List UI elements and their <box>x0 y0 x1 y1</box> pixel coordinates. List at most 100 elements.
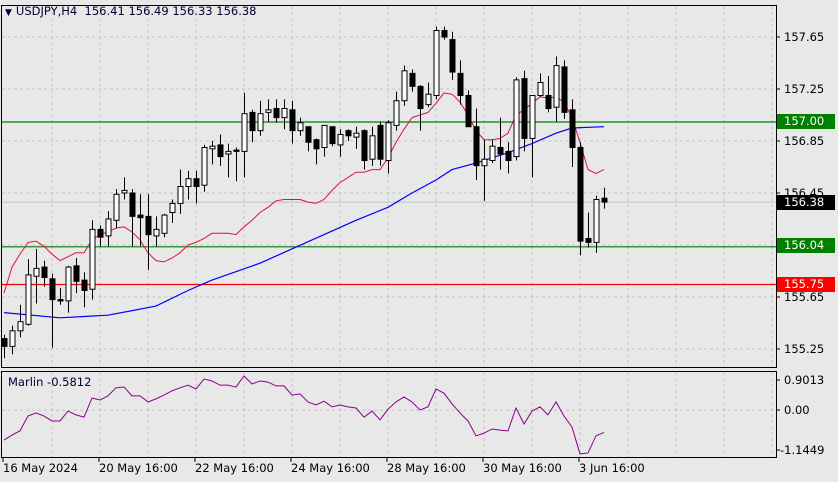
candle-body <box>353 132 360 138</box>
candle-body <box>393 100 400 126</box>
indicator-value: -0.5812 <box>47 375 92 389</box>
candle-body <box>57 299 64 302</box>
bear-candle <box>361 129 368 170</box>
bull-candle <box>529 95 536 178</box>
bear-candle <box>313 138 320 165</box>
candle-body <box>489 145 496 161</box>
candle-body <box>49 278 56 301</box>
candle-body <box>209 145 216 150</box>
bear-candle <box>217 134 224 166</box>
bull-candle <box>121 177 128 200</box>
candle-body <box>417 85 424 110</box>
bull-candle <box>25 259 32 326</box>
bear-candle <box>465 90 472 128</box>
candle-body <box>577 147 584 242</box>
candle-body <box>249 111 256 132</box>
bull-candle <box>65 265 72 313</box>
candle-body <box>377 124 384 160</box>
bear-candle <box>521 70 528 152</box>
bull-candle <box>433 26 440 100</box>
bear-candle <box>97 225 104 247</box>
candle-body <box>537 82 544 96</box>
low-value: 156.33 <box>172 4 213 18</box>
candle-body <box>513 79 520 158</box>
indicator-name: Marlin <box>8 375 44 389</box>
candle-body <box>473 126 480 167</box>
bull-candle <box>9 325 16 355</box>
candle-body <box>369 135 376 160</box>
bull-candle <box>593 195 600 253</box>
bull-candle <box>161 213 168 238</box>
level-tag-157: 157.00 <box>777 114 835 129</box>
bull-candle <box>297 117 304 136</box>
bull-candle <box>489 139 496 164</box>
candle-body <box>601 197 608 203</box>
candle-body <box>361 130 368 162</box>
bear-candle <box>57 287 64 305</box>
marlin-line <box>3 375 605 455</box>
bull-candle <box>201 144 208 192</box>
candle-body <box>409 72 416 87</box>
candle-body <box>281 108 288 119</box>
chart-frame <box>1 5 780 462</box>
candle-body <box>433 30 440 96</box>
candle-body <box>585 238 592 243</box>
bull-candle <box>209 141 216 165</box>
candle-body <box>41 266 48 279</box>
candle-body <box>289 109 296 132</box>
candle-body <box>145 215 152 236</box>
bear-candle <box>409 69 416 92</box>
candle-body <box>505 150 512 161</box>
candle-body <box>273 108 280 119</box>
bear-candle <box>41 260 48 287</box>
candle-body <box>233 149 240 152</box>
bear-candle <box>1 334 8 359</box>
candle-body <box>105 218 112 237</box>
open-value: 156.41 <box>84 4 125 18</box>
candle-body <box>257 113 264 132</box>
candle-body <box>25 274 32 325</box>
bear-candle <box>577 142 584 256</box>
candle-body <box>193 178 200 187</box>
bear-candle <box>233 147 240 182</box>
bull-candle <box>425 82 432 108</box>
price-axis-label: 155.25 <box>784 342 825 356</box>
indicator-axis-label: 0.9013 <box>784 373 825 387</box>
current-price-tag: 156.38 <box>777 195 835 210</box>
bull-candle <box>225 143 232 178</box>
chart-canvas[interactable] <box>0 0 838 482</box>
candle-body <box>1 338 8 347</box>
candle-body <box>529 95 536 139</box>
triangle-down-icon[interactable]: ▼ <box>5 8 12 18</box>
marlin-indicator <box>3 375 605 455</box>
candle-body <box>481 158 488 167</box>
candle-body <box>17 321 24 332</box>
candle-body <box>169 202 176 213</box>
bull-candle <box>337 129 344 157</box>
candle-body <box>153 228 160 237</box>
indicator-axis-label: 0.00 <box>784 403 810 417</box>
high-value: 156.49 <box>128 4 169 18</box>
date-label: 24 May 16:00 <box>291 461 370 475</box>
candle-body <box>569 109 576 149</box>
bull-candle <box>113 189 120 229</box>
candle-body <box>305 126 312 143</box>
price-axis-label: 155.65 <box>784 290 825 304</box>
bear-candle <box>569 99 576 167</box>
candle-body <box>321 124 328 149</box>
candle-body <box>521 78 528 139</box>
bear-candle <box>417 85 424 131</box>
bull-candle <box>265 99 272 122</box>
candle-body <box>177 186 184 204</box>
candle-body <box>329 126 336 145</box>
level-tag-15575: 155.75 <box>777 277 835 292</box>
bull-candle <box>321 124 328 157</box>
date-label: 28 May 16:00 <box>387 461 466 475</box>
bull-candle <box>281 99 288 130</box>
candle-body <box>441 30 448 38</box>
candle-body <box>129 192 136 217</box>
bear-candle <box>273 99 280 123</box>
bear-candle <box>457 60 464 105</box>
close-value: 156.38 <box>216 4 257 18</box>
bull-candle <box>17 304 24 338</box>
